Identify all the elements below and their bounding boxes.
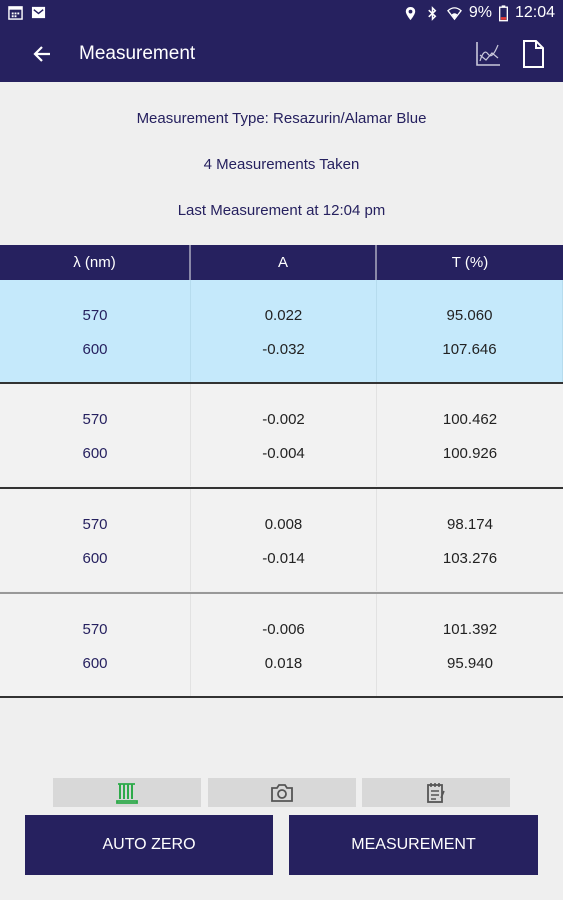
measurement-count-label: 4 Measurements Taken xyxy=(203,156,360,173)
battery-percent: 9% xyxy=(468,4,492,21)
auto-zero-button[interactable]: AUTO ZERO xyxy=(25,815,273,875)
clock: 12:04 xyxy=(514,4,555,21)
table-row[interactable]: 570 600 -0.006 0.018 101.392 95.940 xyxy=(0,594,563,696)
absorbance-value: 0.008 xyxy=(264,516,303,533)
wavelength-cell: 570 600 xyxy=(0,280,191,382)
wavelength-value: 570 xyxy=(82,411,108,428)
transmittance-cell: 100.462 100.926 xyxy=(377,384,563,486)
back-button[interactable] xyxy=(28,40,56,68)
transmittance-value: 107.646 xyxy=(442,341,497,358)
header-wavelength: λ (nm) xyxy=(0,245,191,280)
absorbance-value: 0.022 xyxy=(264,307,303,324)
location-icon xyxy=(405,6,416,20)
bluetooth-icon xyxy=(428,5,437,21)
transmittance-value: 95.940 xyxy=(447,655,493,672)
samples-tab-button[interactable] xyxy=(53,778,201,807)
calendar-icon xyxy=(8,6,23,20)
test-tubes-icon xyxy=(116,782,138,804)
chart-icon[interactable] xyxy=(474,40,502,68)
arrow-back-icon xyxy=(33,46,50,62)
wavelength-value: 570 xyxy=(82,516,108,533)
document-icon[interactable] xyxy=(520,39,546,69)
transmittance-value: 101.392 xyxy=(442,621,498,638)
transmittance-value: 100.926 xyxy=(442,445,498,462)
battery-low-icon xyxy=(498,4,508,21)
mail-icon xyxy=(31,6,46,19)
header-transmittance: T (%) xyxy=(451,254,489,271)
transmittance-value: 98.174 xyxy=(447,516,493,533)
transmittance-value: 103.276 xyxy=(442,550,498,567)
wavelength-cell: 570 600 xyxy=(0,384,191,486)
measurement-button[interactable]: MEASUREMENT xyxy=(289,815,538,875)
last-measurement-label: Last Measurement at 12:04 pm xyxy=(177,202,386,219)
transmittance-cell: 95.060 107.646 xyxy=(377,280,563,382)
table-row[interactable]: 570 600 0.008 -0.014 98.174 103.276 xyxy=(0,489,563,591)
wavelength-cell: 570 600 xyxy=(0,489,191,591)
absorbance-value: -0.004 xyxy=(262,445,305,462)
absorbance-value: -0.032 xyxy=(262,341,305,358)
wavelength-value: 600 xyxy=(82,550,108,567)
wavelength-value: 600 xyxy=(82,445,108,462)
page-title: Measurement xyxy=(79,43,196,64)
absorbance-value: -0.014 xyxy=(262,550,305,567)
table-row[interactable]: 570 600 0.022 -0.032 95.060 107.646 xyxy=(0,280,563,382)
camera-icon xyxy=(271,783,293,802)
wavelength-value: 570 xyxy=(82,621,108,638)
table-row[interactable]: 570 600 -0.002 -0.004 100.462 100.926 xyxy=(0,384,563,486)
transmittance-cell: 98.174 103.276 xyxy=(377,489,563,591)
wifi-icon xyxy=(446,6,462,20)
absorbance-value: -0.006 xyxy=(262,621,305,638)
absorbance-cell: -0.002 -0.004 xyxy=(191,384,377,486)
absorbance-cell: 0.022 -0.032 xyxy=(191,280,377,382)
transmittance-value: 100.462 xyxy=(442,411,498,428)
wavelength-value: 600 xyxy=(82,341,108,358)
header-absorbance: A xyxy=(191,245,377,280)
row-divider xyxy=(0,696,563,698)
notes-button[interactable] xyxy=(362,778,510,807)
wavelength-value: 600 xyxy=(82,655,108,672)
measurement-info: Measurement Type: Resazurin/Alamar Blue … xyxy=(0,82,563,244)
app-bar: Measurement xyxy=(0,26,563,82)
wavelength-value: 570 xyxy=(82,307,108,324)
absorbance-cell: 0.008 -0.014 xyxy=(191,489,377,591)
transmittance-value: 95.060 xyxy=(446,307,493,324)
transmittance-cell: 101.392 95.940 xyxy=(377,594,563,696)
absorbance-value: 0.018 xyxy=(264,655,303,672)
notepad-icon xyxy=(427,782,445,803)
camera-button[interactable] xyxy=(208,778,356,807)
table-header: λ (nm) A T (%) xyxy=(0,245,563,280)
status-bar: 9% 12:04 xyxy=(0,0,563,26)
wavelength-cell: 570 600 xyxy=(0,594,191,696)
measurement-type-label: Measurement Type: Resazurin/Alamar Blue xyxy=(136,110,427,127)
absorbance-value: -0.002 xyxy=(262,411,305,428)
absorbance-cell: -0.006 0.018 xyxy=(191,594,377,696)
